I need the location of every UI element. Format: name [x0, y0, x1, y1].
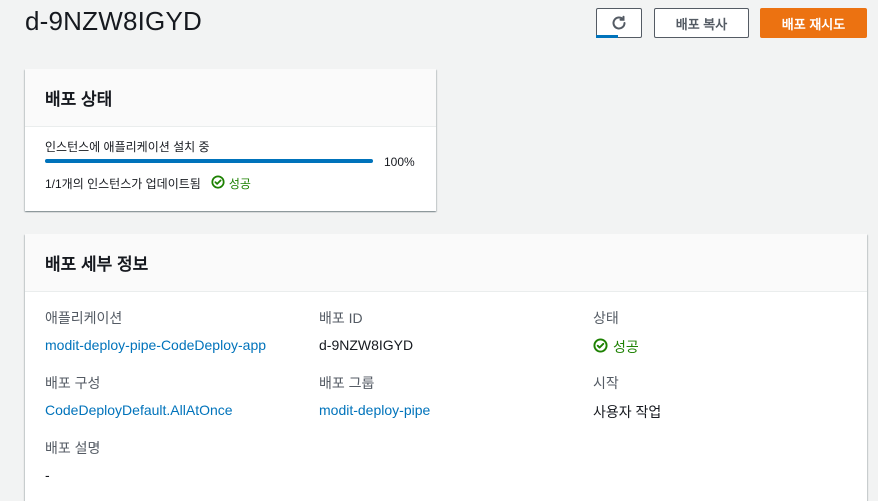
check-circle-icon — [211, 175, 229, 192]
field-label: 배포 그룹 — [319, 375, 375, 391]
description-value: - — [45, 467, 50, 483]
progress-bar — [45, 159, 373, 163]
config-link[interactable]: CodeDeployDefault.AllAtOnce — [45, 402, 233, 418]
deploy-details-card: 배포 세부 정보 애플리케이션 modit-deploy-pipe-CodeDe… — [25, 234, 867, 501]
field-label: 배포 설명 — [45, 440, 101, 456]
deploy-status-card: 배포 상태 인스턴스에 애플리케이션 설치 중 100% 1/1개의 인스턴스가… — [25, 69, 436, 211]
refresh-icon — [611, 15, 627, 31]
group-link[interactable]: modit-deploy-pipe — [319, 402, 430, 418]
application-field: 애플리케이션 modit-deploy-pipe-CodeDeploy-app — [45, 308, 266, 355]
success-indicator: 성공 — [211, 175, 251, 192]
field-label: 배포 ID — [319, 310, 363, 326]
retry-deployment-button[interactable]: 배포 재시도 — [760, 8, 867, 38]
focus-indicator — [596, 35, 618, 38]
description-field: 배포 설명 - — [45, 438, 100, 483]
card-header: 배포 상태 — [25, 69, 436, 127]
check-circle-icon — [593, 338, 613, 356]
card-header: 배포 세부 정보 — [25, 234, 867, 292]
refresh-button[interactable] — [596, 8, 642, 38]
progress-label: 인스턴스에 애플리케이션 설치 중 — [45, 140, 210, 154]
field-label: 배포 구성 — [45, 375, 101, 391]
application-link[interactable]: modit-deploy-pipe-CodeDeploy-app — [45, 337, 266, 353]
status-value: 성공 — [593, 337, 639, 357]
deployment-id-value: d-9NZW8IGYD — [319, 337, 414, 353]
instances-updated: 1/1개의 인스턴스가 업데이트됨 성공 — [45, 175, 251, 192]
status-field: 상태 성공 — [593, 308, 639, 358]
field-label: 애플리케이션 — [45, 310, 123, 326]
group-field: 배포 그룹 modit-deploy-pipe — [319, 373, 430, 420]
progress-fill — [45, 159, 373, 163]
deployment-id-field: 배포 ID d-9NZW8IGYD — [319, 308, 413, 353]
status-text: 성공 — [613, 339, 639, 355]
copy-deployment-button[interactable]: 배포 복사 — [654, 8, 749, 38]
page-title: d-9NZW8IGYD — [25, 6, 203, 36]
progress-percent: 100% — [384, 155, 415, 169]
card-title: 배포 상태 — [45, 90, 113, 109]
start-field: 시작 사용자 작업 — [593, 373, 661, 422]
field-label: 시작 — [593, 375, 619, 391]
success-label: 성공 — [228, 177, 251, 191]
card-title: 배포 세부 정보 — [45, 255, 149, 274]
config-field: 배포 구성 CodeDeployDefault.AllAtOnce — [45, 373, 233, 420]
field-label: 상태 — [593, 310, 619, 326]
start-value: 사용자 작업 — [593, 404, 662, 420]
instances-updated-text: 1/1개의 인스턴스가 업데이트됨 — [45, 177, 201, 191]
